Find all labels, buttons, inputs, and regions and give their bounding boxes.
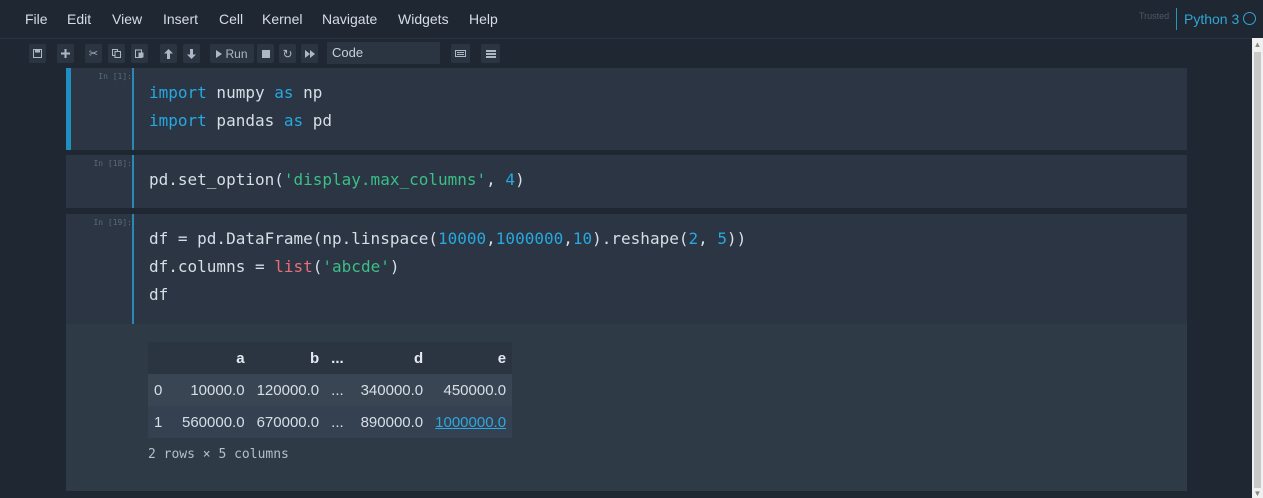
move-down-icon (187, 48, 196, 59)
menu-insert[interactable]: Insert (163, 11, 198, 27)
code-line[interactable]: df = pd.DataFrame(np.linspace(10000,1000… (149, 229, 746, 248)
restart-icon: ↻ (282, 46, 293, 61)
code-cell-1[interactable]: In [1]: import numpy as np import pandas… (66, 68, 1187, 150)
column-header: e (497, 349, 507, 367)
table-cell: 450000.0 (443, 381, 507, 399)
save-icon (33, 49, 42, 58)
menu-file[interactable]: File (25, 11, 48, 27)
move-down-button[interactable] (183, 44, 200, 63)
cut-button[interactable]: ✂ (85, 44, 102, 63)
cell-divider (132, 214, 134, 324)
menu-view[interactable]: View (112, 11, 142, 27)
copy-button[interactable] (108, 44, 125, 63)
code-line[interactable]: import numpy as np (149, 83, 322, 102)
dataframe-shape-note: 2 rows × 5 columns (148, 447, 289, 462)
code-line[interactable]: df.columns = list('abcde') (149, 257, 399, 276)
code-line[interactable]: df (149, 285, 168, 304)
table-cell: 670000.0 (256, 413, 320, 431)
keyboard-icon (455, 50, 466, 57)
paste-icon (135, 49, 144, 58)
menu-edit[interactable]: Edit (67, 11, 91, 27)
hovered-value-link[interactable]: 1000000.0 (435, 414, 506, 431)
kernel-separator (1176, 8, 1177, 30)
table-cell: 560000.0 (182, 413, 245, 431)
index-header (148, 342, 176, 374)
run-icon (216, 49, 223, 58)
code-cell-3[interactable]: In [19]: df = pd.DataFrame(np.linspace(1… (66, 214, 1187, 324)
menu-navigate[interactable]: Navigate (322, 11, 377, 27)
code-cell-2[interactable]: In [18]: pd.set_option('display.max_colu… (66, 155, 1187, 208)
kernel-name[interactable]: Python 3 (1184, 11, 1239, 27)
menu-widgets[interactable]: Widgets (398, 11, 449, 27)
copy-icon (112, 49, 121, 58)
table-cell: 1000000.0 (429, 406, 512, 438)
cell-toolbar-button[interactable] (481, 44, 500, 63)
run-label: Run (225, 46, 248, 61)
command-palette-button[interactable] (451, 44, 470, 63)
table-row: 0 10000.0 120000.0 ... 340000.0 450000.0 (148, 374, 513, 406)
table-cell: 340000.0 (360, 381, 424, 399)
scroll-down-icon[interactable]: ▼ (1253, 489, 1262, 498)
trusted-indicator[interactable]: Trusted (1139, 11, 1169, 21)
code-line[interactable]: import pandas as pd (149, 111, 332, 130)
row-index: 1 (154, 413, 163, 431)
menu-help[interactable]: Help (469, 11, 498, 27)
input-prompt: In [18]: (93, 159, 132, 168)
table-row: 1 560000.0 670000.0 ... 890000.0 1000000… (148, 406, 513, 438)
input-prompt: In [1]: (98, 72, 132, 81)
menu-kernel[interactable]: Kernel (262, 11, 302, 27)
list-icon (485, 49, 496, 58)
cell-output: a b ... d e 0 10000.0 120000.0 ... 34000… (66, 324, 1187, 491)
move-up-icon (164, 48, 173, 59)
restart-button[interactable]: ↻ (279, 44, 296, 63)
stop-icon (261, 49, 270, 58)
move-up-button[interactable] (160, 44, 177, 63)
insert-cell-button[interactable] (57, 44, 74, 63)
run-button[interactable]: Run (210, 44, 254, 63)
cut-icon: ✂ (88, 48, 99, 60)
table-cell: ... (331, 413, 344, 431)
column-header: a (236, 349, 245, 367)
table-cell: ... (331, 381, 344, 399)
save-button[interactable] (29, 44, 46, 63)
table-cell: 890000.0 (360, 413, 424, 431)
input-prompt: In [19]: (93, 218, 132, 227)
table-cell: 120000.0 (256, 381, 320, 399)
row-index: 0 (154, 381, 163, 399)
dataframe-table: a b ... d e 0 10000.0 120000.0 ... 34000… (148, 342, 513, 438)
toolbar: ✂ Run ↻ Code (0, 38, 1252, 67)
table-cell: 10000.0 (190, 381, 245, 399)
table-header-row: a b ... d e (148, 342, 513, 374)
cell-divider (132, 68, 134, 150)
paste-button[interactable] (131, 44, 148, 63)
scroll-up-icon[interactable]: ▲ (1253, 40, 1262, 49)
cell-type-select[interactable]: Code (327, 42, 440, 64)
cell-divider (132, 155, 134, 208)
plus-icon (61, 49, 70, 58)
restart-run-all-button[interactable] (301, 44, 318, 63)
kernel-idle-icon (1243, 12, 1256, 25)
menu-cell[interactable]: Cell (219, 11, 243, 27)
column-header: ... (331, 349, 344, 367)
fast-forward-icon (304, 49, 315, 58)
scroll-thumb[interactable] (1254, 52, 1261, 488)
column-header: d (413, 349, 424, 367)
column-header: b (309, 349, 320, 367)
interrupt-button[interactable] (257, 44, 274, 63)
code-line[interactable]: pd.set_option('display.max_columns', 4) (149, 170, 525, 189)
menubar: File Edit View Insert Cell Kernel Naviga… (0, 0, 1263, 38)
